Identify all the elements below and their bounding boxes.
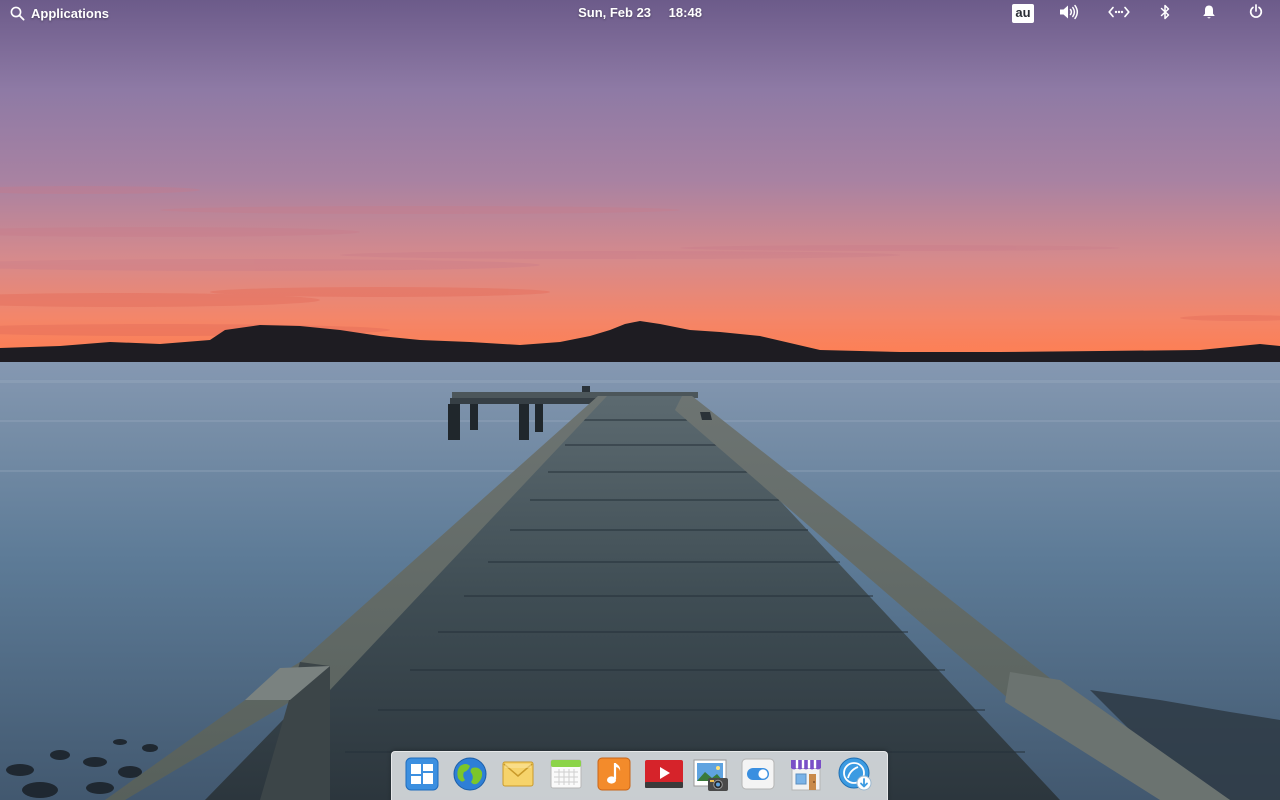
multitasking-view-icon	[404, 756, 440, 796]
indicator-area: au	[1002, 0, 1280, 26]
dock-item-appcenter[interactable]	[788, 756, 836, 796]
search-icon	[10, 6, 25, 21]
notifications-indicator[interactable]	[1186, 0, 1232, 26]
dock	[391, 751, 888, 800]
bell-icon	[1202, 4, 1216, 23]
dock-item-photos[interactable]	[692, 756, 740, 796]
bluetooth-indicator[interactable]	[1144, 0, 1186, 26]
dock-item-calendar[interactable]	[548, 756, 596, 796]
wallpaper	[0, 0, 1280, 800]
desktop: Applications Sun, Feb 23 18:48 au	[0, 0, 1280, 800]
appcenter-store-icon	[788, 756, 824, 796]
settings-toggle-icon	[740, 756, 776, 796]
power-icon	[1249, 4, 1263, 22]
panel-time[interactable]: 18:48	[669, 5, 702, 20]
wired-network-icon	[1108, 5, 1130, 22]
power-indicator[interactable]	[1232, 0, 1280, 26]
dock-item-videos[interactable]	[644, 756, 692, 796]
dock-item-mail[interactable]	[500, 756, 548, 796]
top-panel: Applications Sun, Feb 23 18:48 au	[0, 0, 1280, 26]
dock-item-web-browser[interactable]	[452, 756, 500, 796]
dock-item-music[interactable]	[596, 756, 644, 796]
sound-indicator[interactable]	[1044, 0, 1094, 26]
photos-camera-icon	[692, 756, 730, 796]
mail-envelope-icon	[500, 756, 536, 796]
applications-label: Applications	[31, 5, 110, 21]
dock-item-installer[interactable]	[836, 756, 884, 796]
video-play-icon	[644, 756, 684, 796]
installer-download-icon	[836, 756, 874, 796]
network-indicator[interactable]	[1094, 0, 1144, 26]
keyboard-layout-label: au	[1012, 3, 1034, 23]
keyboard-layout-indicator[interactable]: au	[1002, 0, 1044, 26]
music-note-icon	[596, 756, 632, 796]
dock-item-multitasking-view[interactable]	[404, 756, 452, 796]
dock-item-system-settings[interactable]	[740, 756, 788, 796]
calendar-icon	[548, 756, 584, 796]
panel-date[interactable]: Sun, Feb 23	[578, 5, 651, 20]
bluetooth-icon	[1160, 4, 1170, 23]
applications-menu[interactable]: Applications	[10, 3, 109, 23]
volume-icon	[1059, 4, 1079, 23]
epiphany-globe-icon	[452, 756, 488, 796]
